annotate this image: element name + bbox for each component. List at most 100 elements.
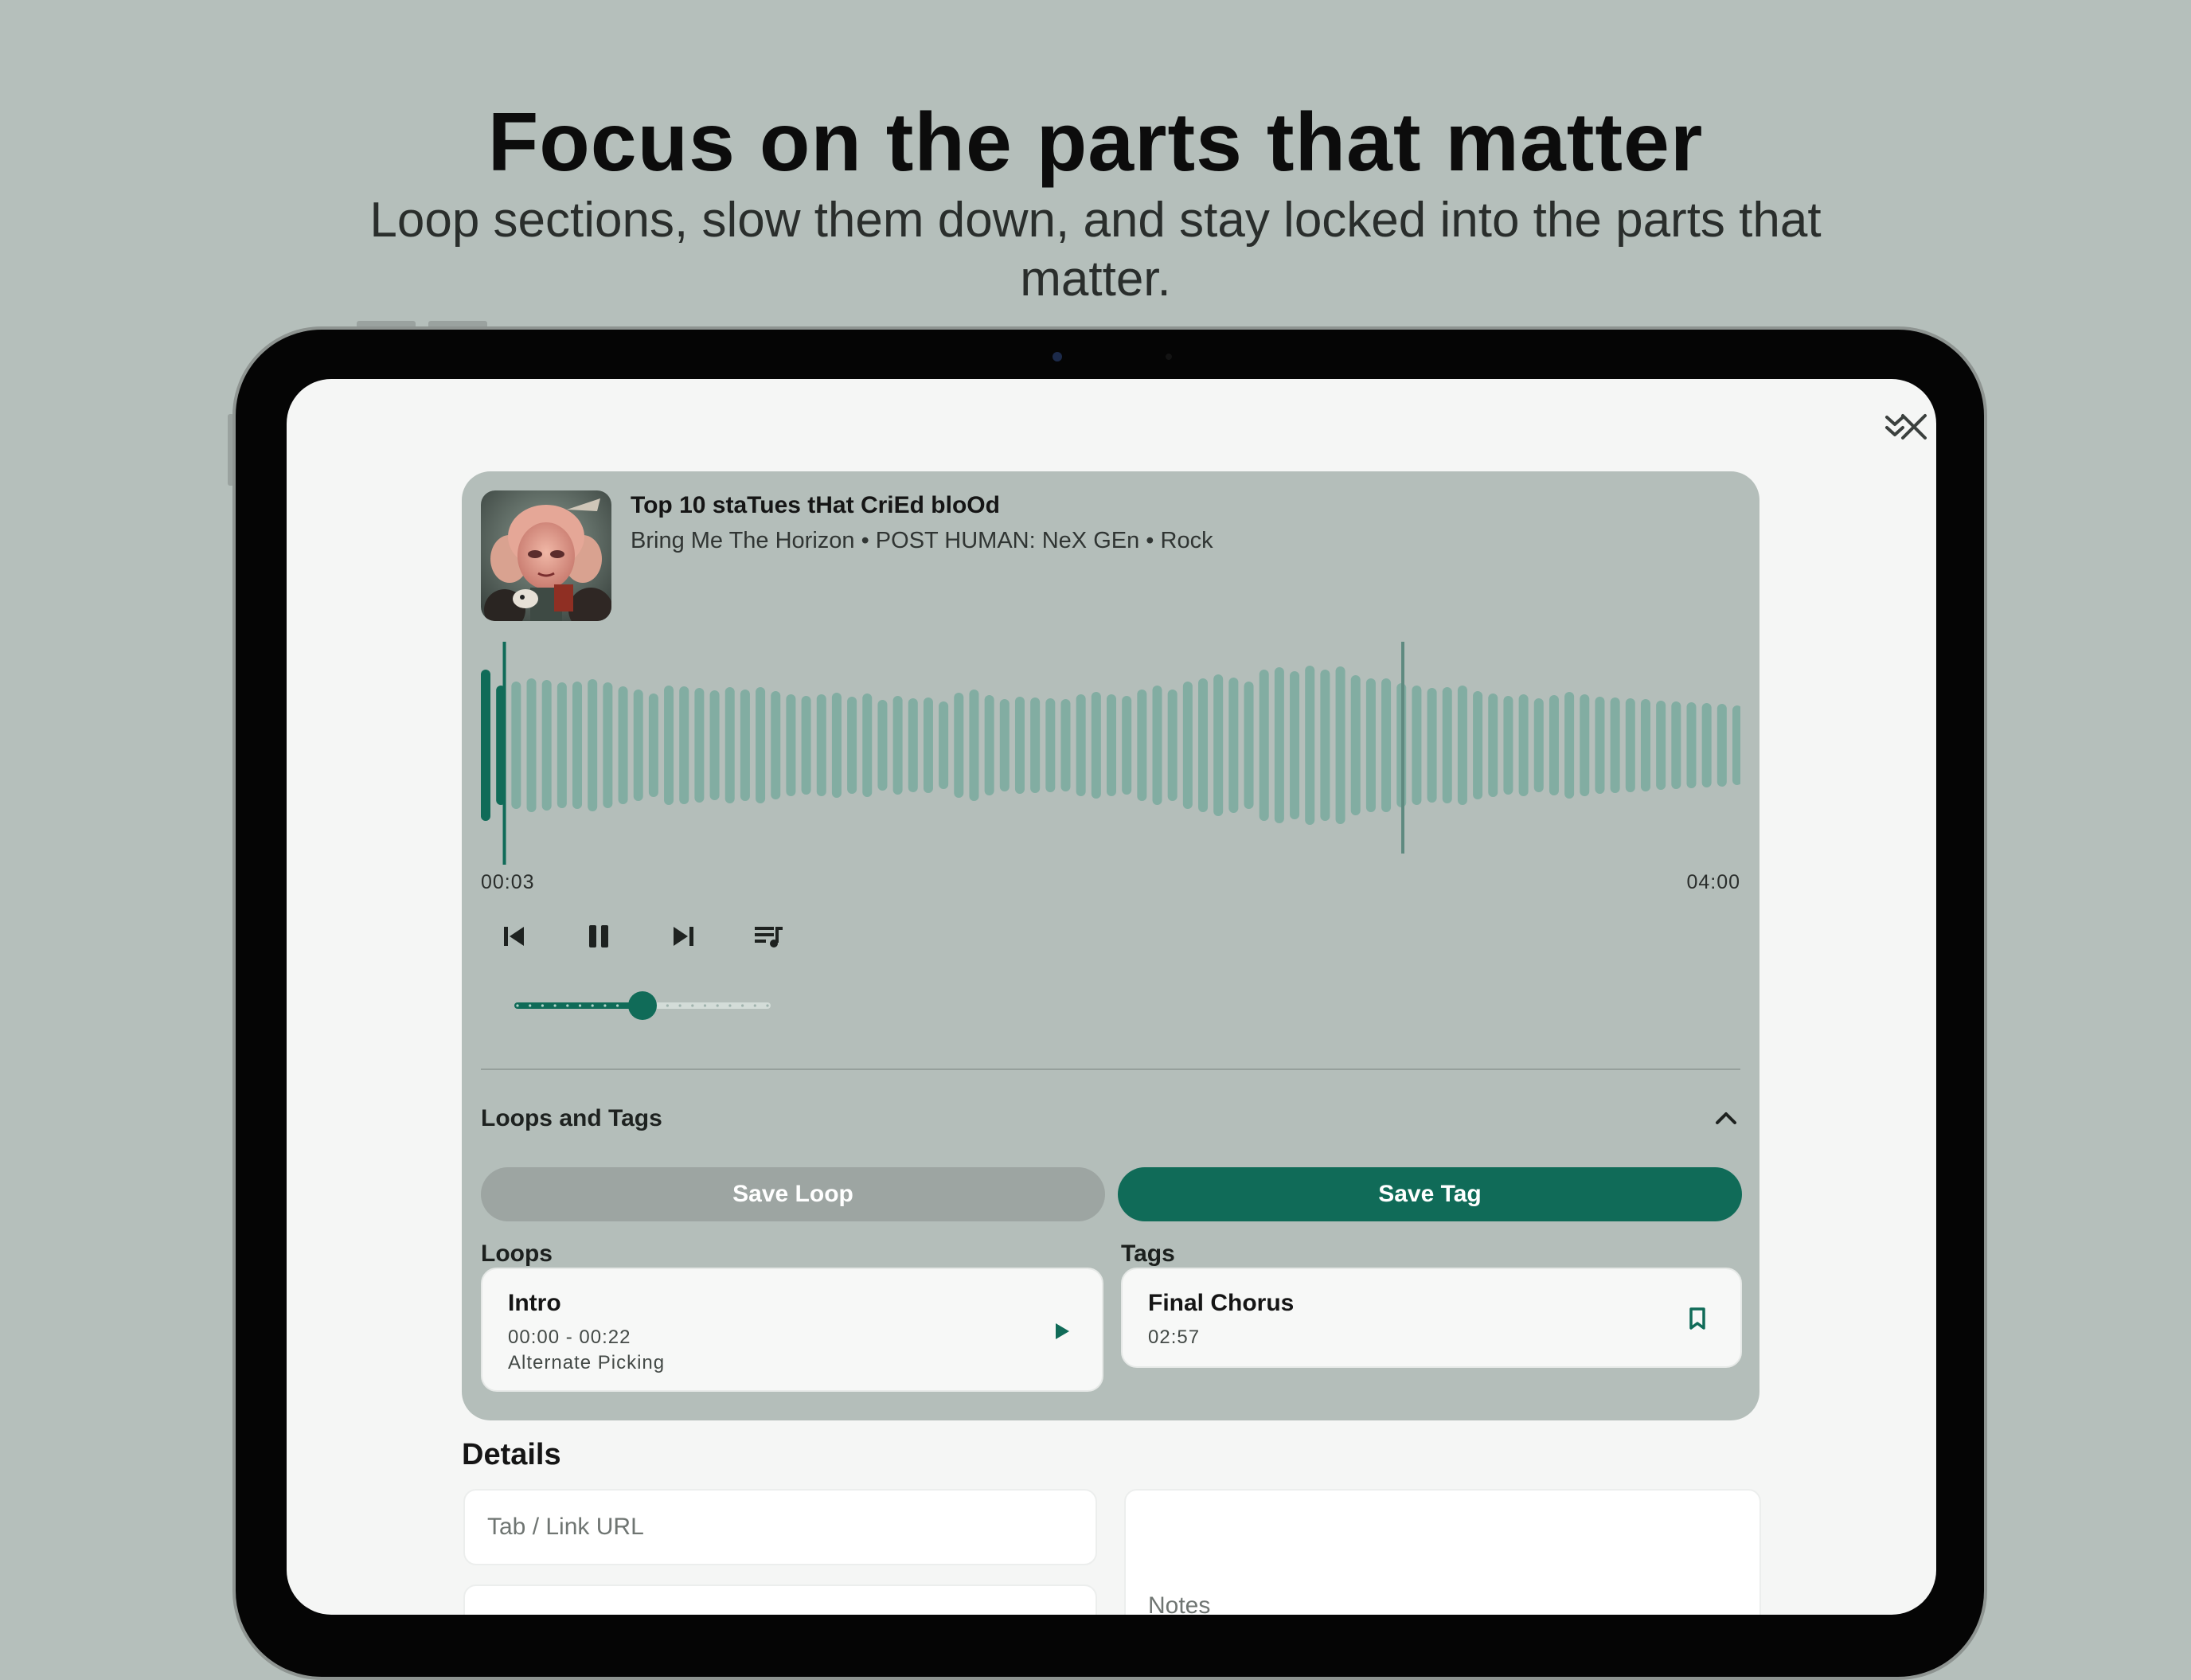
queue-music-icon[interactable]: [744, 911, 795, 962]
waveform-bar: [1442, 687, 1452, 803]
waveform-bar: [557, 682, 567, 808]
slider-tick: [591, 1004, 594, 1007]
playback-speed-slider[interactable]: [514, 986, 771, 1026]
slider-tick: [516, 1004, 519, 1007]
waveform-bar: [801, 696, 811, 795]
waveform-bar: [923, 697, 933, 793]
waveform-bar: [1167, 690, 1178, 801]
waveform-bar: [816, 694, 826, 796]
waveform-bar: [1091, 692, 1101, 799]
slider-tick: [691, 1004, 694, 1007]
loop-range: 00:00 - 00:22: [508, 1326, 631, 1348]
waveform-bar: [1595, 697, 1605, 794]
tag-time: 02:57: [1148, 1326, 1201, 1348]
waveform-bar: [572, 682, 583, 809]
waveform-bar: [1701, 703, 1712, 787]
close-icon[interactable]: [1893, 406, 1935, 447]
waveform-bar: [740, 690, 750, 801]
tag-name: Final Chorus: [1148, 1290, 1295, 1316]
waveform-bar: [481, 670, 490, 821]
waveform-bar: [541, 680, 552, 811]
slider-tick: [553, 1004, 557, 1007]
waveform-bar: [1014, 697, 1025, 794]
waveform-bar: [1533, 698, 1544, 792]
waveform-bar: [1244, 682, 1254, 809]
waveform-bar: [1381, 678, 1392, 812]
waveform-bar: [1580, 694, 1590, 796]
waveform-bar: [1228, 678, 1239, 813]
waveform-bar: [588, 679, 598, 811]
waveform-bar: [1625, 698, 1635, 792]
waveform-bar: [999, 699, 1010, 791]
screen: Top 10 staTues tHat CriEd bloOd Bring Me…: [287, 379, 1936, 1615]
song-title: Top 10 staTues tHat CriEd bloOd: [631, 492, 1000, 518]
skip-previous-icon[interactable]: [489, 911, 540, 962]
waveform-bar: [939, 701, 949, 789]
waveform-bar: [1518, 694, 1529, 796]
waveform-bar: [633, 690, 643, 801]
slider-tick: [766, 1004, 769, 1007]
waveform-bar: [709, 690, 720, 800]
waveform-bar: [648, 693, 658, 797]
waveform-bar: [1671, 701, 1681, 789]
url-field[interactable]: [463, 1489, 1097, 1565]
playhead[interactable]: [502, 642, 506, 865]
loop-technique: Alternate Picking: [508, 1352, 666, 1373]
slider-thumb[interactable]: [628, 991, 657, 1020]
slider-tick: [578, 1004, 582, 1007]
waveform-bar: [1350, 675, 1361, 815]
pause-icon[interactable]: [573, 911, 624, 962]
slider-tick: [566, 1004, 569, 1007]
notes-input[interactable]: [1126, 1491, 1759, 1615]
waveform-bar: [1152, 686, 1162, 805]
bookmark-icon[interactable]: [1680, 1301, 1715, 1336]
waveform-bar: [1549, 695, 1559, 795]
waveform-bar: [526, 678, 537, 812]
album-art: [481, 490, 611, 621]
details-title: Details: [462, 1438, 561, 1471]
song-meta: Bring Me The Horizon • POST HUMAN: NeX G…: [631, 528, 1213, 553]
slider-tick: [703, 1004, 707, 1007]
waveform-bar: [862, 693, 873, 797]
waveform-bar: [969, 690, 979, 801]
waveform-bar: [1030, 697, 1041, 793]
save-loop-button[interactable]: Save Loop: [481, 1167, 1105, 1221]
waveform-bar: [1060, 699, 1071, 791]
skip-next-icon[interactable]: [658, 911, 709, 962]
waveform-bar: [1412, 686, 1422, 805]
loop-name: Intro: [508, 1290, 561, 1316]
hero-subhead: Loop sections, slow them down, and stay …: [369, 193, 1822, 307]
save-tag-button[interactable]: Save Tag: [1118, 1167, 1742, 1221]
slider-tick: [603, 1004, 607, 1007]
play-icon[interactable]: [1045, 1314, 1080, 1349]
waveform-bar: [847, 697, 857, 794]
waveform-bar: [1045, 698, 1056, 792]
chevron-up-icon[interactable]: [1709, 1100, 1744, 1135]
secondary-field[interactable]: [463, 1584, 1097, 1615]
waveform-bar: [1213, 674, 1224, 816]
sensor-dot: [1166, 354, 1172, 360]
waveform-bar: [1488, 693, 1498, 797]
waveform[interactable]: [481, 642, 1740, 865]
waveform-bar: [1564, 692, 1575, 799]
url-input[interactable]: [465, 1491, 1096, 1564]
waveform-bar: [1137, 690, 1147, 801]
slider-tick: [716, 1004, 719, 1007]
loop-item[interactable]: Intro 00:00 - 00:22 Alternate Picking: [481, 1268, 1103, 1392]
waveform-bar: [771, 691, 781, 799]
waveform-bar: [786, 694, 796, 796]
waveform-bar: [1107, 694, 1116, 796]
waveform-bar: [1457, 686, 1467, 805]
tag-marker: [1401, 642, 1404, 854]
waveform-bar: [679, 686, 689, 804]
notes-field[interactable]: [1124, 1489, 1761, 1615]
waveform-bar: [1732, 705, 1740, 785]
tag-item[interactable]: Final Chorus 02:57: [1121, 1268, 1742, 1368]
waveform-bar: [1365, 678, 1376, 812]
slider-tick: [616, 1004, 619, 1007]
waveform-bar: [1335, 666, 1345, 824]
waveform-bar: [1656, 701, 1666, 790]
loops-tags-title: Loops and Tags: [481, 1105, 662, 1131]
total-time: 04:00: [1686, 871, 1740, 893]
waveform-bar: [724, 687, 735, 803]
